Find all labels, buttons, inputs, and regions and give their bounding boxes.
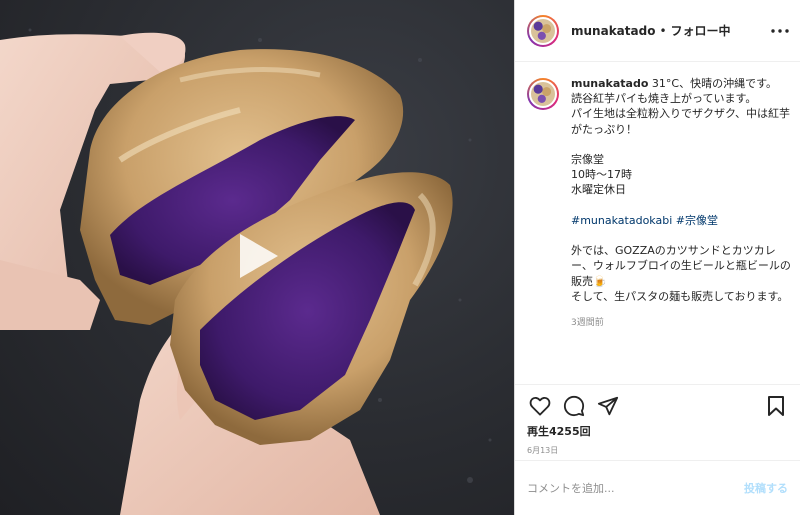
caption-body: munakatado 31°C、快晴の沖縄です。 読谷紅芋パイも焼き上がっていま… [571, 76, 791, 372]
bookmark-icon [768, 396, 784, 416]
caption-timestamp[interactable]: 3週間前 [571, 316, 791, 331]
heart-icon [529, 396, 551, 416]
post-side-panel: munakatado • フォロー中 munakatado 31°C、快晴の沖縄… [515, 0, 800, 515]
like-button[interactable] [527, 393, 553, 419]
more-horizontal-icon [771, 29, 789, 33]
action-row [527, 393, 789, 419]
caption-line: 外では、GOZZAのカツサンドとカツカレー、ウォルフブロイの生ビールと瓶ビールの… [571, 244, 791, 288]
caption-line: そして、生パスタの麺も販売しております。 [571, 289, 789, 303]
avatar-image [529, 80, 557, 108]
post-media[interactable] [0, 0, 515, 515]
post-date[interactable]: 6月13日 [527, 445, 558, 456]
play-button[interactable] [224, 226, 294, 286]
caption-username[interactable]: munakatado [571, 77, 648, 90]
caption-line: 読谷紅芋パイも焼き上がっています。 [571, 92, 757, 106]
caption-avatar[interactable] [527, 78, 559, 110]
caption-hashtags: #munakatadokabi #宗像堂 [571, 213, 791, 228]
post-header: munakatado • フォロー中 [515, 0, 800, 62]
header-separator: • [659, 23, 667, 38]
share-icon [597, 396, 619, 416]
caption-line: 31°C、快晴の沖縄です。 [651, 77, 777, 90]
caption-line: 水曜定休日 [571, 183, 626, 197]
caption: munakatado 31°C、快晴の沖縄です。 読谷紅芋パイも焼き上がっていま… [527, 76, 795, 372]
avatar[interactable] [527, 14, 559, 47]
play-icon [240, 234, 278, 278]
comment-button[interactable] [561, 393, 587, 419]
caption-line: 10時〜17時 [571, 168, 632, 182]
caption-line: 宗像堂 [571, 153, 604, 166]
avatar-image [529, 16, 557, 45]
comment-bar: 投稿する [515, 460, 800, 515]
comment-icon [563, 395, 585, 417]
view-count[interactable]: 再生4255回 [527, 423, 591, 439]
following-button[interactable]: フォロー中 [671, 22, 731, 39]
post-comment-button[interactable]: 投稿する [744, 480, 788, 496]
comment-input[interactable] [527, 481, 744, 495]
instagram-post: munakatado • フォロー中 munakatado 31°C、快晴の沖縄… [0, 0, 800, 515]
caption-line: パイ生地は全粒粉入りでザクザク、中は紅芋がたっぷり！ [571, 107, 791, 136]
more-options-button[interactable] [770, 23, 790, 39]
hashtag-link[interactable]: #munakatadokabi [571, 214, 672, 227]
header-username[interactable]: munakatado [571, 24, 655, 38]
share-button[interactable] [595, 393, 621, 419]
save-button[interactable] [763, 393, 789, 419]
hashtag-link[interactable]: #宗像堂 [676, 214, 718, 227]
